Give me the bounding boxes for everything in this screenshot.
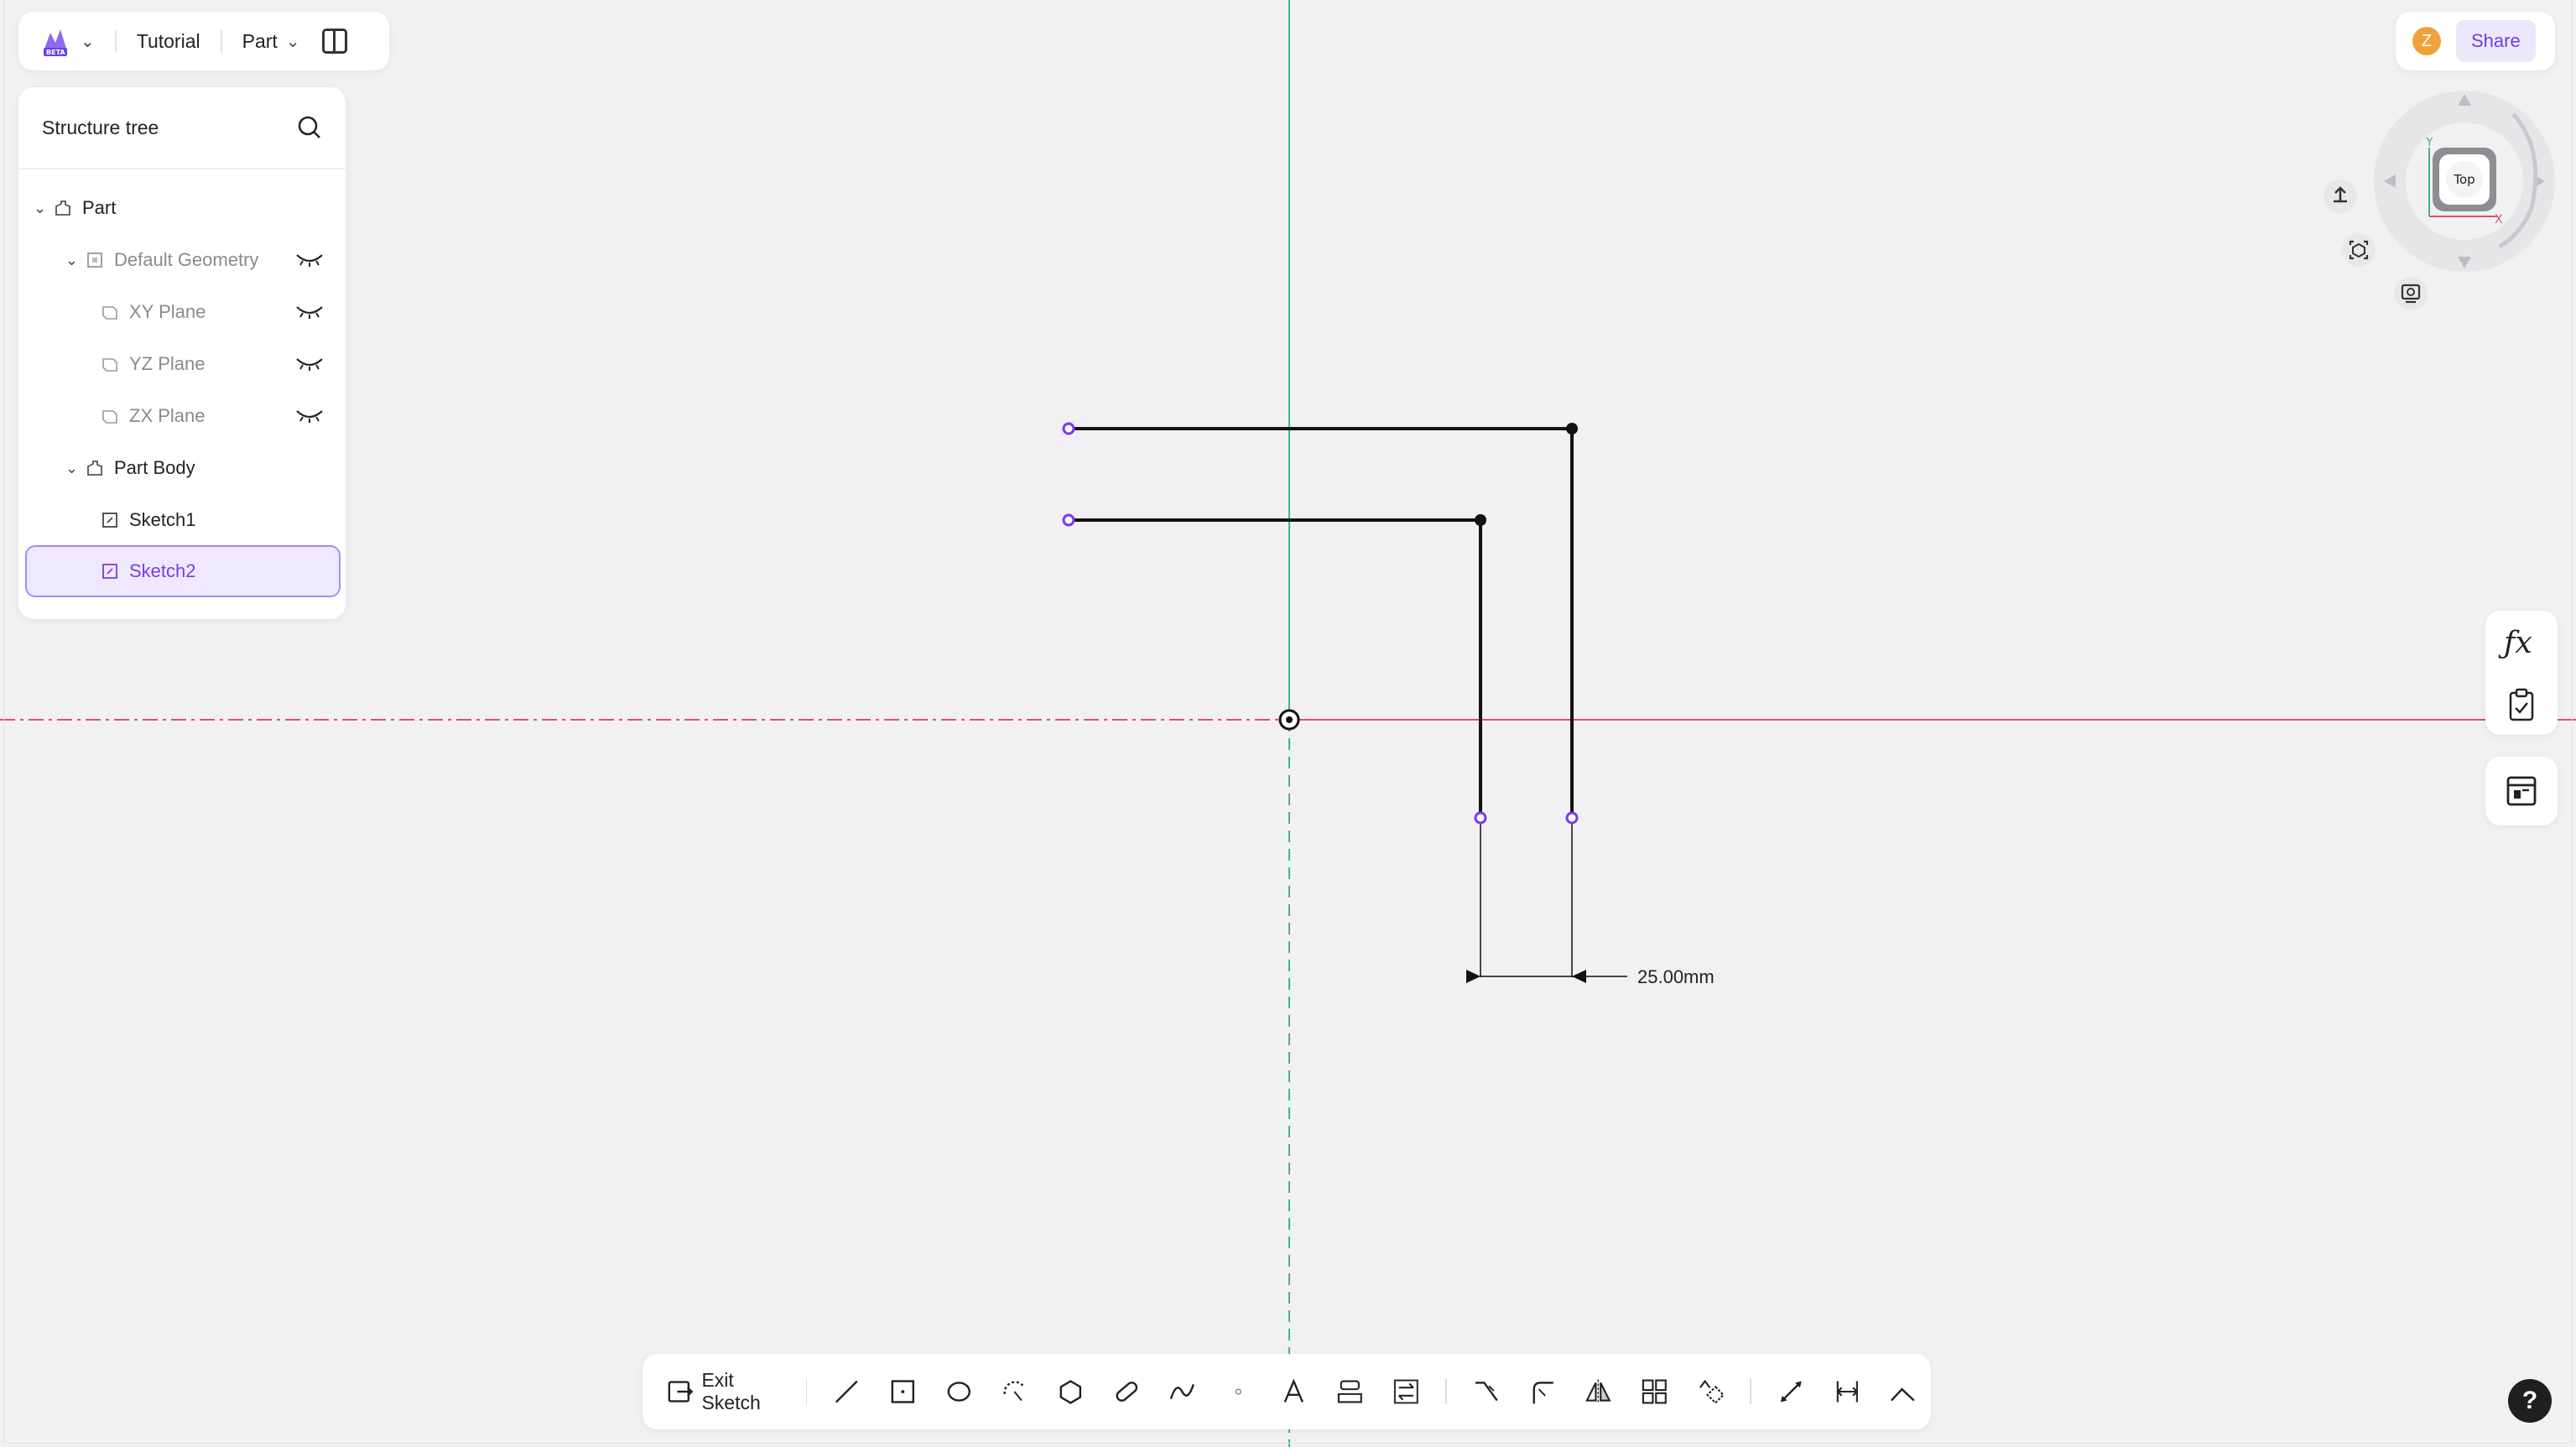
- spline-icon[interactable]: [1168, 1377, 1196, 1406]
- search-icon[interactable]: [297, 115, 322, 140]
- clipboard-check-icon[interactable]: [2507, 688, 2536, 721]
- tree-header: Structure tree: [18, 87, 346, 169]
- tree-item-default-geometry[interactable]: ⌄ Default Geometry: [65, 238, 346, 282]
- pattern-icon[interactable]: [1641, 1377, 1668, 1406]
- chevron-down-icon[interactable]: ⌄: [65, 252, 86, 269]
- help-button[interactable]: ?: [2508, 1379, 2552, 1423]
- fillet-icon[interactable]: [1529, 1377, 1557, 1406]
- geometry-icon: [87, 252, 102, 268]
- measure-icon[interactable]: [1889, 1377, 1917, 1406]
- share-button[interactable]: Share: [2456, 20, 2536, 62]
- tree-item-sketch2[interactable]: Sketch2: [25, 545, 341, 597]
- window-frame: [3, 0, 2573, 1444]
- circle-icon[interactable]: [945, 1377, 973, 1406]
- structure-tree-panel: Structure tree ⌄ Part ⌄ Default Geometry…: [18, 87, 346, 619]
- chevron-down-icon[interactable]: ⌄: [34, 200, 54, 217]
- body-icon: [87, 461, 102, 476]
- share-bar: Z Share: [2396, 12, 2555, 70]
- chevron-down-icon[interactable]: ⌄: [81, 31, 95, 52]
- tree-title: Structure tree: [42, 116, 159, 138]
- offset-icon[interactable]: [1336, 1377, 1364, 1406]
- trim-icon[interactable]: [1473, 1377, 1501, 1406]
- plane-icon: [102, 306, 117, 320]
- tree-item-part[interactable]: ⌄ Part: [34, 186, 116, 230]
- plane-icon: [102, 358, 117, 372]
- top-bar: BETA ⌄ Tutorial Part ⌄: [18, 12, 389, 70]
- transform-icon[interactable]: [1697, 1377, 1725, 1406]
- toolbar-divider: [805, 1379, 808, 1404]
- eye-closed-icon[interactable]: [295, 302, 324, 320]
- tree-item-xy-plane[interactable]: XY Plane: [101, 290, 346, 334]
- mode-selector[interactable]: Part: [242, 30, 278, 53]
- divider: [220, 30, 222, 52]
- arc-icon[interactable]: [1001, 1377, 1028, 1406]
- rectangle-icon[interactable]: [889, 1377, 917, 1406]
- toolbar-divider: [1750, 1379, 1752, 1404]
- part-icon: [55, 200, 70, 216]
- tree-item-zx-plane[interactable]: ZX Plane: [101, 394, 346, 438]
- chevron-down-icon[interactable]: ⌄: [286, 31, 300, 52]
- line-icon[interactable]: [833, 1377, 861, 1406]
- fit-view-icon[interactable]: [2340, 232, 2377, 268]
- exit-sketch-button[interactable]: Exit Sketch: [666, 1369, 794, 1414]
- tree-item-yz-plane[interactable]: YZ Plane: [101, 342, 346, 386]
- sketch-icon: [102, 564, 117, 579]
- home-view-icon[interactable]: [2322, 178, 2359, 215]
- constraint-icon[interactable]: [1834, 1377, 1861, 1406]
- display-mode-icon[interactable]: [2392, 275, 2429, 312]
- eye-closed-icon[interactable]: [295, 250, 324, 268]
- panel-toggle-icon[interactable]: [321, 29, 347, 54]
- formula-icon[interactable]: ƒx: [2504, 626, 2532, 660]
- eye-closed-icon[interactable]: [295, 406, 324, 424]
- tree-item-part-body[interactable]: ⌄ Part Body: [65, 446, 195, 490]
- project-name[interactable]: Tutorial: [137, 30, 200, 53]
- cube-x-label: X: [2495, 213, 2503, 226]
- polygon-icon[interactable]: [1057, 1377, 1085, 1406]
- app-logo-icon[interactable]: BETA: [39, 23, 75, 60]
- slot-icon[interactable]: [1113, 1377, 1141, 1406]
- eye-closed-icon[interactable]: [295, 354, 324, 372]
- mirror-icon[interactable]: [1585, 1377, 1612, 1406]
- dimension-icon[interactable]: [1777, 1377, 1805, 1406]
- chevron-down-icon[interactable]: ⌄: [65, 460, 86, 477]
- transfer-icon[interactable]: [1392, 1377, 1420, 1406]
- right-toolbar: ƒx: [2485, 611, 2558, 735]
- avatar[interactable]: Z: [2412, 27, 2441, 55]
- exit-sketch-icon: [668, 1381, 694, 1403]
- right-toolbar-secondary: [2485, 757, 2558, 825]
- tree-item-sketch1[interactable]: Sketch1: [101, 498, 196, 542]
- cube-y-label: Y: [2425, 136, 2433, 149]
- sketch-icon: [102, 513, 117, 528]
- svg-text:BETA: BETA: [46, 49, 65, 56]
- table-view-icon[interactable]: [2506, 775, 2537, 807]
- sketch-toolbar: Exit Sketch: [643, 1354, 1931, 1429]
- point-icon[interactable]: [1225, 1377, 1252, 1406]
- view-cube-label: Top: [2453, 172, 2475, 187]
- toolbar-divider: [1445, 1379, 1448, 1404]
- divider: [114, 30, 117, 52]
- plane-icon: [102, 410, 117, 424]
- text-icon[interactable]: [1280, 1377, 1308, 1406]
